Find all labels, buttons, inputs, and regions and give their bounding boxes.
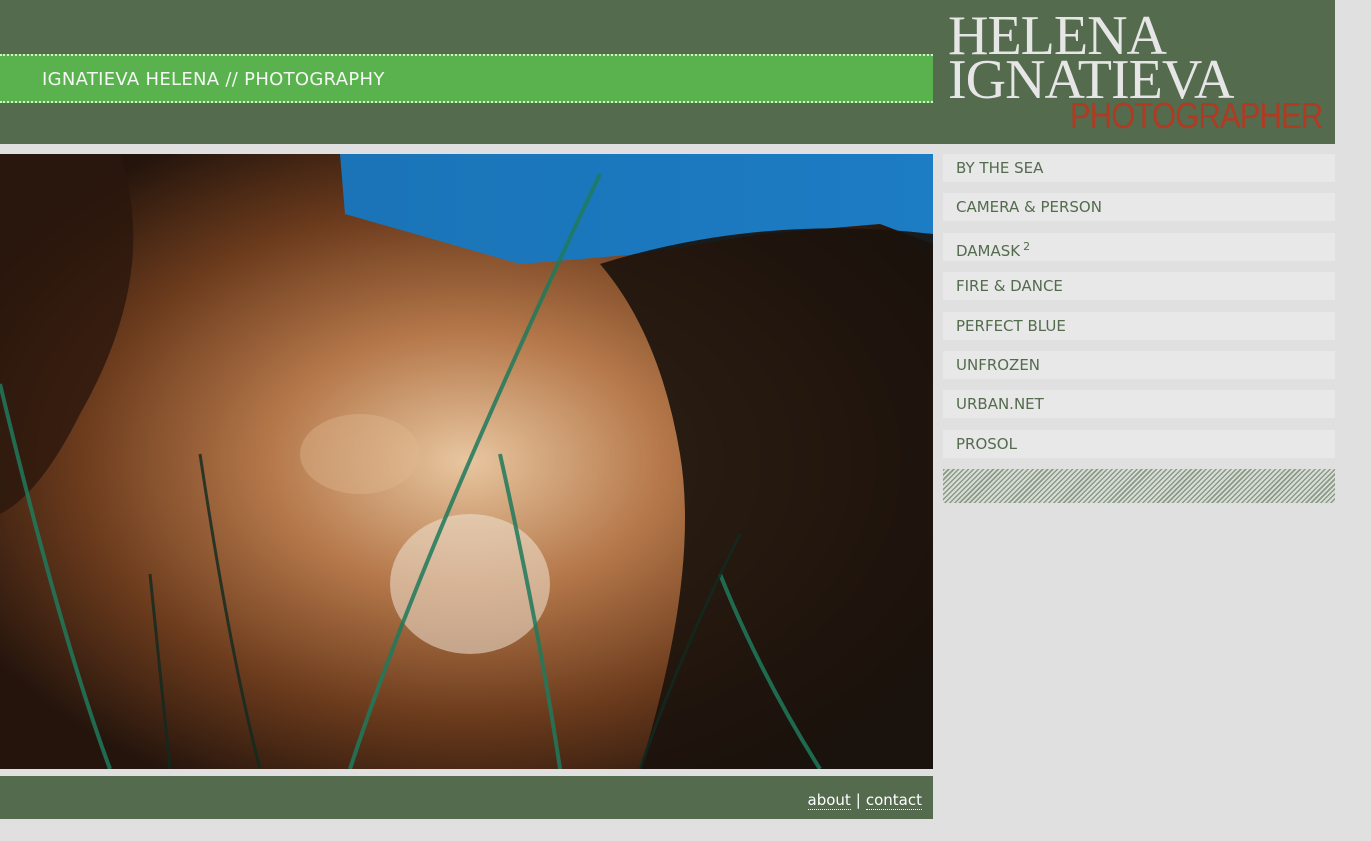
nav-item-fire-dance[interactable]: FIRE & DANCE [943, 272, 1335, 301]
nav-item-damask[interactable]: DAMASK 2 [943, 232, 1335, 261]
site-header: IGNATIEVA HELENA // PHOTOGRAPHY HELENA I… [0, 0, 1335, 144]
nav-item-urban-net[interactable]: URBAN.NET [943, 390, 1335, 419]
logo-tagline: PHOTOGRAPHER [1070, 95, 1323, 136]
nav-item-label: BY THE SEA [956, 159, 1044, 177]
title-bar: IGNATIEVA HELENA // PHOTOGRAPHY [0, 54, 933, 103]
about-link[interactable]: about [807, 791, 851, 810]
nav-item-label: UNFROZEN [956, 355, 1041, 374]
footer-separator: | [855, 791, 861, 809]
nav-item-label: PROSOL [956, 434, 1017, 453]
nav-item-label: DAMASK [956, 241, 1021, 260]
featured-photo [0, 154, 933, 769]
featured-photo-image [0, 154, 933, 769]
contact-link[interactable]: contact [865, 791, 922, 810]
nav-hatch-divider [943, 469, 1335, 503]
site-footer: about | contact [0, 776, 933, 819]
nav-item-prosol[interactable]: PROSOL [943, 429, 1335, 458]
nav-item-label: PERFECT BLUE [956, 316, 1066, 335]
nav-item-label: CAMERA & PERSON [956, 198, 1102, 217]
nav-item-unfrozen[interactable]: UNFROZEN [943, 350, 1335, 379]
logo[interactable]: HELENA IGNATIEVA PHOTOGRAPHER [948, 6, 1328, 138]
gallery-nav: BY THE SEA CAMERA & PERSON DAMASK 2 FIRE … [943, 154, 1335, 469]
nav-item-superscript: 2 [1023, 239, 1031, 253]
nav-item-perfect-blue[interactable]: PERFECT BLUE [943, 311, 1335, 340]
nav-item-camera-person[interactable]: CAMERA & PERSON [943, 193, 1335, 222]
site-title: IGNATIEVA HELENA // PHOTOGRAPHY [42, 69, 385, 90]
nav-item-by-the-sea[interactable]: BY THE SEA [943, 154, 1335, 182]
nav-item-label: FIRE & DANCE [956, 277, 1063, 296]
nav-item-label: URBAN.NET [956, 395, 1044, 414]
footer-links: about | contact [807, 791, 922, 810]
